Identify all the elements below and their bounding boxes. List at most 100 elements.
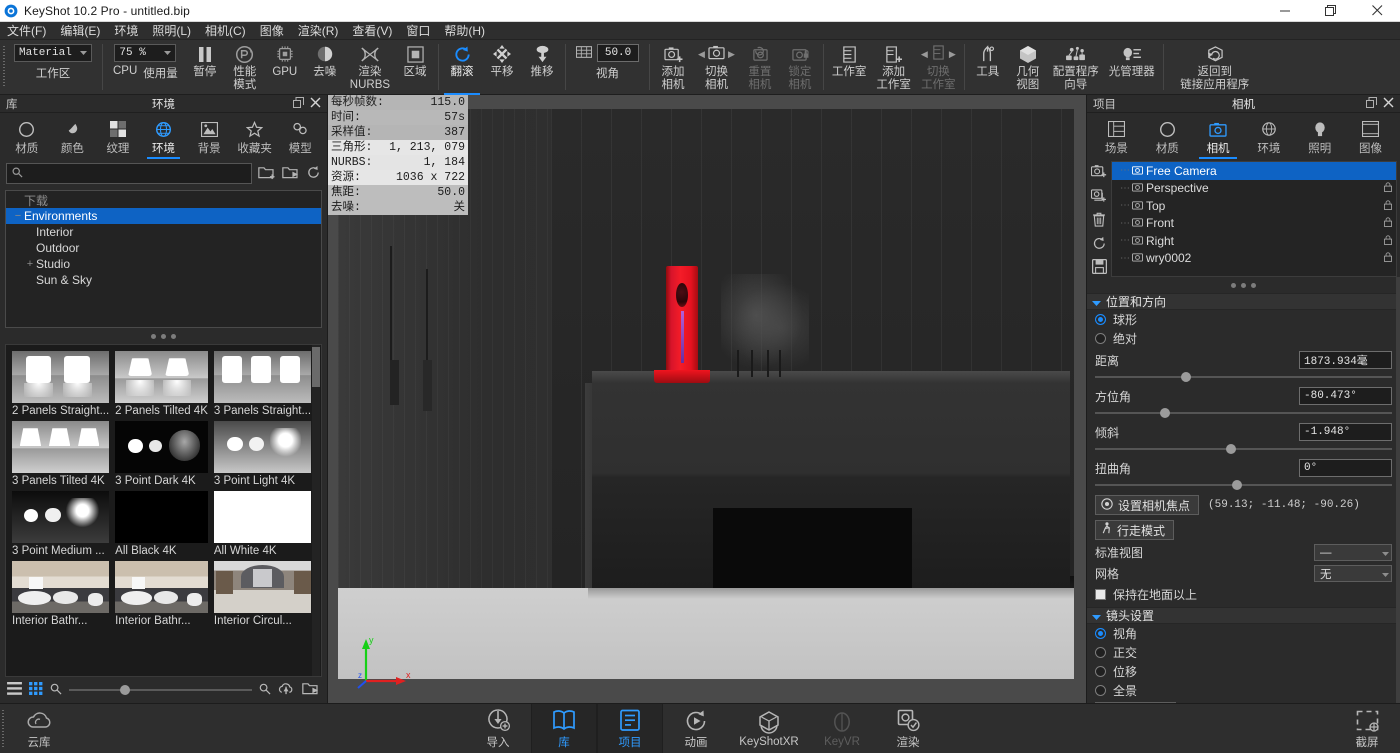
library-search-box[interactable] (6, 163, 252, 184)
switch-studio-button[interactable]: ◀ ▶ 切换 工作室 (916, 40, 961, 94)
tree-item-interior[interactable]: Interior (6, 224, 321, 240)
camera-row[interactable]: ⋯ Free Camera (1112, 162, 1396, 180)
lens-section-header[interactable]: 镜头设置 (1087, 607, 1400, 624)
lens-option-perspective[interactable]: 视角 (1095, 624, 1392, 643)
camera-row[interactable]: ⋯ Right (1112, 232, 1396, 250)
screenshot-button[interactable]: 截屏 (1334, 704, 1400, 753)
library-thumb-item[interactable]: 3 Point Medium ... (12, 491, 109, 557)
fov-control[interactable]: 50.0 视角 (572, 40, 643, 94)
tree-expander[interactable]: − (12, 210, 24, 222)
fov-value-input[interactable]: 50.0 (597, 44, 639, 62)
lock-camera-button[interactable]: 锁定 相机 (780, 40, 820, 94)
library-splitter-handle[interactable] (0, 328, 327, 344)
project-tab-materials[interactable]: 材质 (1142, 113, 1193, 159)
project-splitter-handle[interactable] (1087, 277, 1400, 293)
walk-mode-button[interactable]: 行走模式 (1095, 520, 1174, 540)
reset-icon[interactable] (1092, 236, 1107, 253)
menu-environment[interactable]: 环境 (107, 22, 145, 40)
library-tab-colors[interactable]: 颜色 (50, 113, 96, 159)
import-button[interactable]: 导入 (465, 704, 531, 753)
maximize-icon[interactable] (1308, 0, 1354, 22)
library-thumb-item[interactable]: Interior Bathr... (115, 561, 208, 627)
refresh-icon[interactable] (306, 165, 321, 183)
library-thumb-item[interactable]: 3 Panels Straight... (214, 351, 311, 417)
cpu-usage-combo[interactable]: 75 % (114, 44, 176, 62)
tree-item-outdoor[interactable]: Outdoor (6, 240, 321, 256)
library-search-input[interactable] (28, 168, 246, 180)
keyvr-button[interactable]: KeyVR (809, 704, 875, 753)
add-folder-icon[interactable] (258, 165, 276, 183)
camera-row[interactable]: ⋯ wry0002 (1112, 250, 1396, 268)
library-tab-favorites[interactable]: 收藏夹 (232, 113, 278, 159)
mode-absolute-row[interactable]: 绝对 (1095, 329, 1392, 348)
grid-dropdown[interactable]: 无 (1314, 565, 1392, 582)
workspace-combo[interactable]: Material (14, 44, 92, 62)
library-tab-materials[interactable]: 材质 (4, 113, 50, 159)
tree-item-downloads[interactable]: 下载 (6, 192, 321, 208)
ribbon-grip[interactable] (0, 40, 7, 94)
import-folder-icon[interactable] (282, 165, 300, 183)
keep-above-ground-row[interactable]: 保持在地面以上 (1095, 584, 1392, 604)
menu-edit[interactable]: 编辑(E) (53, 22, 107, 40)
twist-slider[interactable] (1095, 478, 1392, 492)
azimuth-slider[interactable] (1095, 406, 1392, 420)
render-viewport[interactable]: 每秒帧数:115.0 时间:57s 采样值:387 三角形:1, 213, 07… (328, 95, 1086, 703)
render-nurbs-button[interactable]: 渲染 NURBS (345, 40, 395, 94)
add-studio-button[interactable]: 添加 工作室 (871, 40, 916, 94)
reset-camera-button[interactable]: 重置 相机 (740, 40, 780, 94)
library-thumb-item[interactable]: 3 Point Dark 4K (115, 421, 208, 487)
menu-render[interactable]: 渲染(R) (291, 22, 346, 40)
library-tab-environments[interactable]: 环境 (141, 113, 187, 159)
distance-value[interactable]: 1873.934毫 (1299, 351, 1392, 369)
library-thumbnail-grid[interactable]: 2 Panels Straight... 2 Panels Tilted 4K (5, 344, 322, 677)
library-thumb-item[interactable]: 2 Panels Tilted 4K (115, 351, 208, 417)
mode-spherical-row[interactable]: 球形 (1095, 310, 1392, 329)
lens-option-orthographic[interactable]: 正交 (1095, 643, 1392, 662)
radio-absolute[interactable] (1095, 333, 1106, 344)
tree-item-sun-sky[interactable]: Sun & Sky (6, 272, 321, 288)
pause-button[interactable]: 暂停 (185, 40, 225, 94)
distance-slider[interactable] (1095, 370, 1392, 384)
radio-shift[interactable] (1095, 666, 1106, 677)
denoise-button[interactable]: 去噪 (305, 40, 345, 94)
close-icon[interactable] (1383, 97, 1394, 111)
menu-view[interactable]: 查看(V) (345, 22, 399, 40)
menu-help[interactable]: 帮助(H) (437, 22, 492, 40)
lock-icon[interactable] (1384, 181, 1396, 195)
set-camera-focus-button[interactable]: 设置相机焦点 (1095, 495, 1199, 515)
library-tab-textures[interactable]: 纹理 (95, 113, 141, 159)
standard-view-dropdown[interactable]: — (1314, 544, 1392, 561)
twist-value[interactable]: 0° (1299, 459, 1392, 477)
menu-window[interactable]: 窗口 (399, 22, 437, 40)
inclination-slider[interactable] (1095, 442, 1392, 456)
chevron-left-icon[interactable]: ◀ (921, 49, 928, 60)
library-tab-models[interactable]: 模型 (277, 113, 323, 159)
close-icon[interactable] (310, 97, 321, 111)
performance-mode-button[interactable]: 性能 模式 (225, 40, 265, 94)
render-button[interactable]: 渲染 (875, 704, 941, 753)
undock-icon[interactable] (293, 97, 304, 111)
inclination-value[interactable]: -1.948° (1299, 423, 1392, 441)
animation-button[interactable]: 动画 (663, 704, 729, 753)
add-camera-button[interactable]: 添加 相机 (653, 40, 693, 94)
camera-list[interactable]: ⋯ Free Camera ⋯ Perspective (1111, 161, 1397, 277)
gpu-button[interactable]: GPU (265, 40, 305, 94)
cpu-usage-control[interactable]: 75 % CPU 使用量 (109, 40, 182, 94)
library-thumb-item[interactable]: 2 Panels Straight... (12, 351, 109, 417)
menu-lighting[interactable]: 照明(L) (145, 22, 198, 40)
library-button[interactable]: 库 (531, 704, 597, 753)
tree-item-studio[interactable]: + Studio (6, 256, 321, 272)
menu-camera[interactable]: 相机(C) (198, 22, 253, 40)
minimize-icon[interactable] (1262, 0, 1308, 22)
open-folder-icon[interactable] (302, 681, 320, 699)
grid-view-icon[interactable] (29, 682, 43, 698)
geometry-view-button[interactable]: 几何 视图 (1008, 40, 1048, 94)
project-tab-environment[interactable]: 环境 (1243, 113, 1294, 159)
library-grid-scrollbar-track[interactable] (312, 345, 320, 676)
zoom-out-icon[interactable] (50, 683, 62, 698)
library-thumb-item[interactable]: Interior Circul... (214, 561, 311, 627)
lock-icon[interactable] (1384, 251, 1396, 265)
chevron-right-icon[interactable]: ▶ (949, 49, 956, 60)
radio-perspective[interactable] (1095, 628, 1106, 639)
region-button[interactable]: 区域 (395, 40, 435, 94)
